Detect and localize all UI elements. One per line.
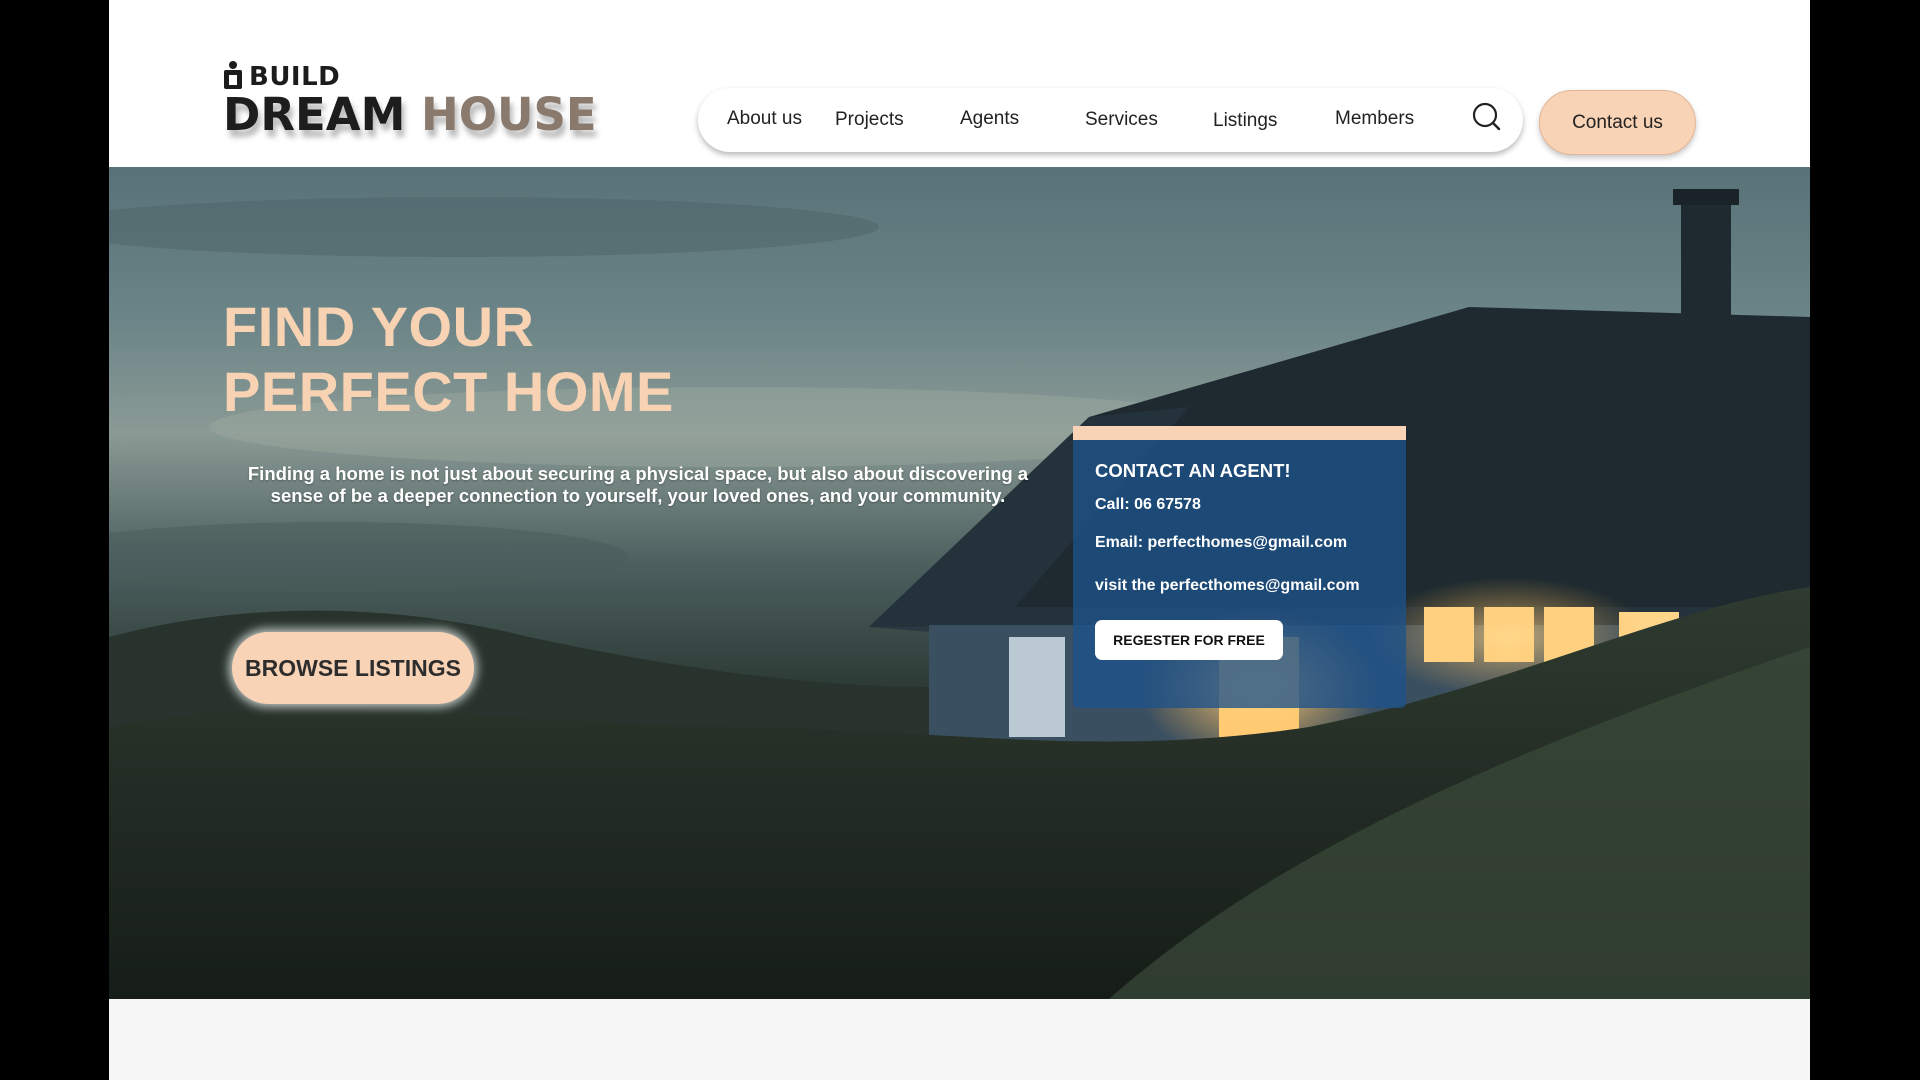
nav-members[interactable]: Members <box>1335 108 1414 130</box>
logo-main-text: DREAM HOUSE <box>223 92 597 137</box>
agent-visit[interactable]: visit the perfecthomes@gmail.com <box>1095 577 1360 595</box>
register-button[interactable]: REGESTER FOR FREE <box>1095 620 1283 660</box>
nav-about-us[interactable]: About us <box>727 108 802 130</box>
search-icon[interactable] <box>1471 101 1503 135</box>
agent-card-accent-bar <box>1073 426 1406 440</box>
agent-email[interactable]: Email: perfecthomes@gmail.com <box>1095 534 1347 552</box>
logo-dream: DREAM <box>223 88 406 141</box>
logo-build-text: BUILD <box>249 62 341 92</box>
agent-call: Call: 06 67578 <box>1095 496 1201 513</box>
main-nav: About us Projects Agents Services Listin… <box>698 88 1523 152</box>
site-header: BUILD DREAM HOUSE About us Projects Agen… <box>109 0 1810 167</box>
nav-agents[interactable]: Agents <box>960 108 1019 130</box>
browse-listings-button[interactable]: BROWSE LISTINGS <box>232 632 474 704</box>
hero-house-image <box>109 189 1810 999</box>
hero-description: Finding a home is not just about securin… <box>247 463 1029 506</box>
agent-card-heading: CONTACT AN AGENT! <box>1095 460 1291 481</box>
nav-listings[interactable]: Listings <box>1213 110 1277 132</box>
contact-us-button[interactable]: Contact us <box>1539 90 1696 155</box>
contact-agent-card: CONTACT AN AGENT! Call: 06 67578 Email: … <box>1073 426 1406 708</box>
below-hero-section <box>109 999 1810 1080</box>
page: BUILD DREAM HOUSE About us Projects Agen… <box>109 0 1810 1080</box>
hero-title-line2: PERFECT HOME <box>223 360 674 423</box>
nav-projects[interactable]: Projects <box>835 109 904 131</box>
hero-title: FIND YOUR PERFECT HOME <box>223 294 923 424</box>
logo-house: HOUSE <box>421 88 597 141</box>
hero-section: FIND YOUR PERFECT HOME Finding a home is… <box>109 167 1810 999</box>
nav-services[interactable]: Services <box>1085 109 1158 131</box>
logo-top-row: BUILD <box>223 60 597 90</box>
brand-logo[interactable]: BUILD DREAM HOUSE <box>223 60 597 137</box>
building-icon <box>224 61 242 89</box>
hero-title-line1: FIND YOUR <box>223 295 535 358</box>
